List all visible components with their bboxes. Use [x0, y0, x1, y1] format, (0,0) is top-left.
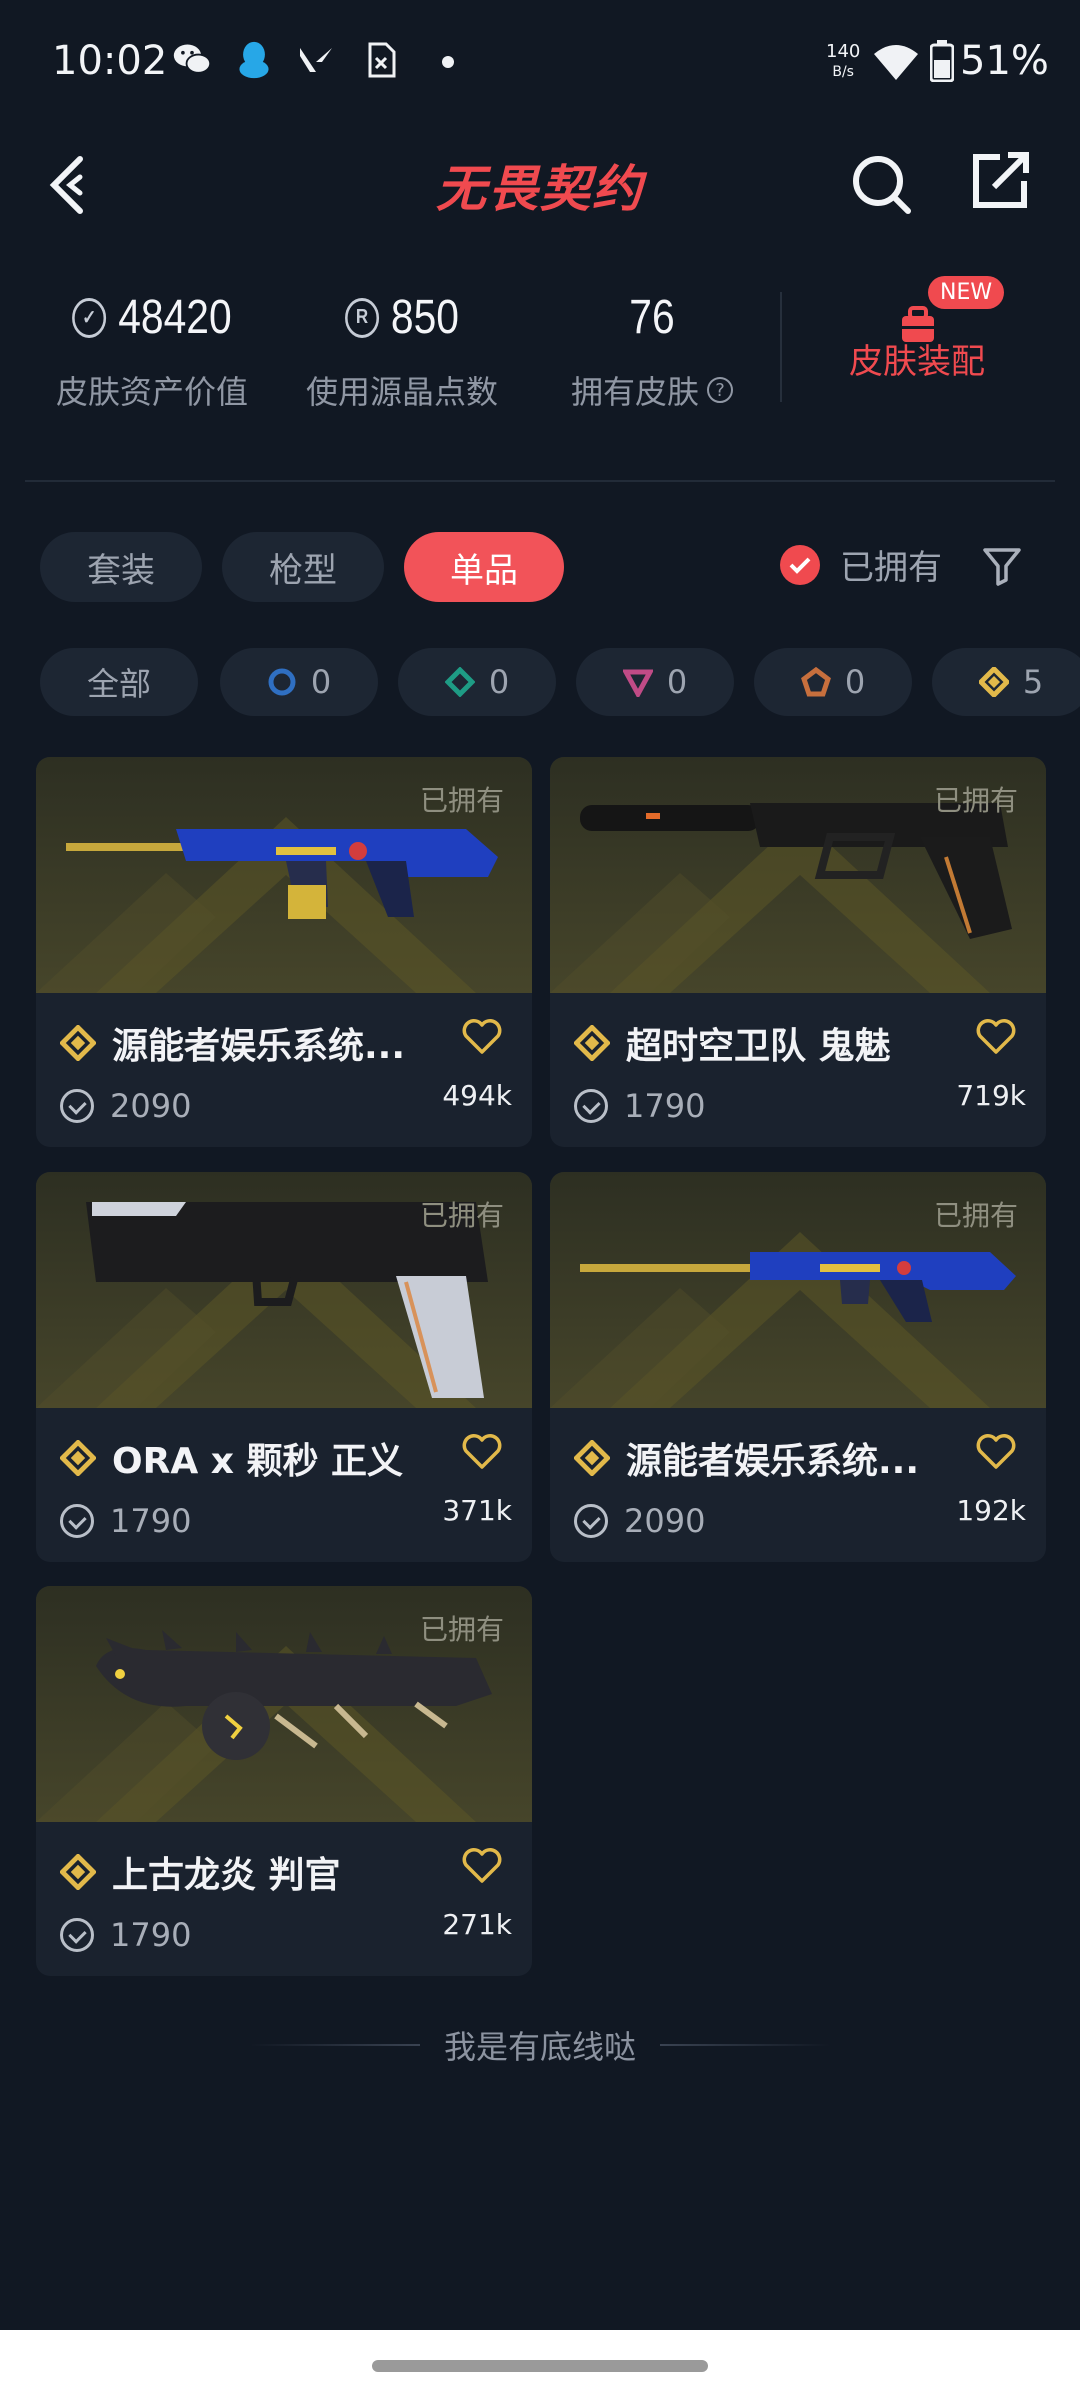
heart-icon[interactable]: [976, 1434, 1016, 1470]
owned-filter-toggle[interactable]: 已拥有: [780, 540, 942, 589]
tab-set[interactable]: 套装: [40, 532, 202, 602]
orange-pentagon-icon: [800, 667, 831, 697]
heart-icon[interactable]: [462, 1848, 502, 1884]
wechat-icon: [173, 44, 212, 74]
skin-name: 超时空卫队 鬼魅: [574, 1017, 891, 1069]
skin-equip-button[interactable]: NEW 皮肤装配: [832, 276, 1005, 383]
app-title: 无畏契约: [436, 160, 644, 218]
owned-label: 已拥有: [933, 1199, 1018, 1232]
skin-price: 2090: [574, 1502, 705, 1540]
network-speed: 140 B/s: [826, 41, 861, 81]
end-of-list-note: 我是有底线哒: [0, 2022, 1080, 2068]
tab-single-item[interactable]: 单品: [404, 532, 564, 602]
skin-card[interactable]: 已拥有 源能者娱乐系统... 2090 494k: [36, 757, 532, 1147]
filter-icon[interactable]: [982, 546, 1022, 586]
skin-name: 上古龙炎 判官: [60, 1846, 341, 1898]
help-icon[interactable]: ?: [707, 377, 733, 403]
chip-all[interactable]: 全部: [40, 648, 198, 716]
owned-filter-label: 已拥有: [840, 548, 942, 588]
back-icon[interactable]: [44, 153, 104, 217]
skin-name: 源能者娱乐系统...: [574, 1432, 919, 1484]
stats-panel: ✓ 48420 皮肤资产价值 R 850 使用源晶点数 76 拥有皮肤? NEW 皮…: [0, 276, 1080, 430]
heart-icon[interactable]: [976, 1019, 1016, 1055]
gold-diamond-icon: [60, 1440, 96, 1476]
divider-line: [660, 2044, 830, 2046]
skin-name: 源能者娱乐系统...: [60, 1017, 405, 1069]
valorant-point-icon: [574, 1089, 608, 1123]
skin-price: 1790: [60, 1502, 191, 1540]
sim-off-icon: [368, 42, 396, 78]
status-bar: 10:02 140 B/s 51%: [0, 0, 1080, 125]
tab-weapon-type[interactable]: 枪型: [222, 532, 384, 602]
skin-image: 已拥有: [36, 757, 532, 993]
like-count: 192k: [956, 1494, 1026, 1527]
chip-deluxe-tier[interactable]: 0: [398, 648, 556, 716]
status-time: 10:02: [52, 38, 168, 84]
chip-select-tier[interactable]: 0: [220, 648, 378, 716]
stat-asset-value: ✓ 48420 皮肤资产价值: [55, 291, 248, 411]
skin-price: 1790: [60, 1916, 191, 1954]
skin-card[interactable]: 已拥有 超时空卫队 鬼魅 1790 719k: [550, 757, 1046, 1147]
skin-card[interactable]: 已拥有 源能者娱乐系统... 2090 192k: [550, 1172, 1046, 1562]
skin-name: ORA x 颗秒 正义: [60, 1432, 403, 1484]
battery-icon: [930, 40, 954, 82]
gold-diamond-icon: [574, 1440, 610, 1476]
owned-label: 已拥有: [419, 1199, 504, 1232]
dot-icon: [442, 56, 454, 68]
app-header: 无畏契约: [0, 125, 1080, 245]
pink-triangle-icon: [622, 669, 653, 697]
owned-label: 已拥有: [933, 784, 1018, 817]
rarity-filter-bar: 全部 0 0 0 0 5: [0, 648, 1080, 716]
new-badge: NEW: [928, 276, 1005, 309]
chip-premium-tier[interactable]: 0: [576, 648, 734, 716]
chip-ultra-tier[interactable]: 5: [932, 648, 1080, 716]
valorant-point-icon: ✓: [72, 297, 107, 338]
blue-circle-icon: [268, 668, 296, 696]
like-count: 271k: [442, 1908, 512, 1941]
like-count: 719k: [956, 1079, 1026, 1112]
skin-image: 已拥有: [550, 1172, 1046, 1408]
gold-diamond-icon: [60, 1025, 96, 1061]
valorant-icon: [300, 48, 332, 72]
skin-card[interactable]: 已拥有 上古龙炎 判官 1790 271k: [36, 1586, 532, 1976]
home-gesture-pill[interactable]: [372, 2360, 708, 2372]
skin-price: 2090: [60, 1087, 191, 1125]
valorant-point-icon: [574, 1504, 608, 1538]
owned-label: 已拥有: [419, 1613, 504, 1646]
skin-image: 已拥有: [36, 1172, 532, 1408]
chip-exclusive-tier[interactable]: 0: [754, 648, 912, 716]
search-icon[interactable]: [850, 153, 914, 217]
heart-icon[interactable]: [462, 1434, 502, 1470]
skin-image: 已拥有: [36, 1586, 532, 1822]
like-count: 494k: [442, 1079, 512, 1112]
system-nav-bar: [0, 2330, 1080, 2400]
divider-line: [249, 2044, 420, 2046]
stats-divider: [780, 292, 782, 402]
valorant-point-icon: [60, 1918, 94, 1952]
locker-icon: [902, 306, 934, 342]
skin-image: 已拥有: [550, 757, 1046, 993]
wifi-icon: [874, 45, 918, 80]
stat-skins-owned[interactable]: 76 拥有皮肤?: [552, 290, 752, 413]
valorant-point-icon: [60, 1089, 94, 1123]
owned-label: 已拥有: [419, 784, 504, 817]
share-icon[interactable]: [970, 149, 1030, 211]
valorant-point-icon: [60, 1504, 94, 1538]
skin-card[interactable]: 已拥有 ORA x 颗秒 正义 1790 371k: [36, 1172, 532, 1562]
heart-icon[interactable]: [462, 1019, 502, 1055]
gold-diamond-icon: [978, 667, 1009, 697]
gold-diamond-icon: [574, 1025, 610, 1061]
like-count: 371k: [442, 1494, 512, 1527]
checkbox-checked-icon: [780, 544, 820, 585]
gold-diamond-icon: [60, 1854, 96, 1890]
battery-percent: 51%: [960, 38, 1049, 84]
qq-icon: [239, 41, 269, 79]
section-divider: [25, 480, 1055, 482]
stat-points: R 850 使用源晶点数: [305, 291, 498, 411]
skin-price: 1790: [574, 1087, 705, 1125]
radianite-point-icon: R: [345, 297, 380, 338]
teal-diamond-icon: [444, 667, 475, 697]
